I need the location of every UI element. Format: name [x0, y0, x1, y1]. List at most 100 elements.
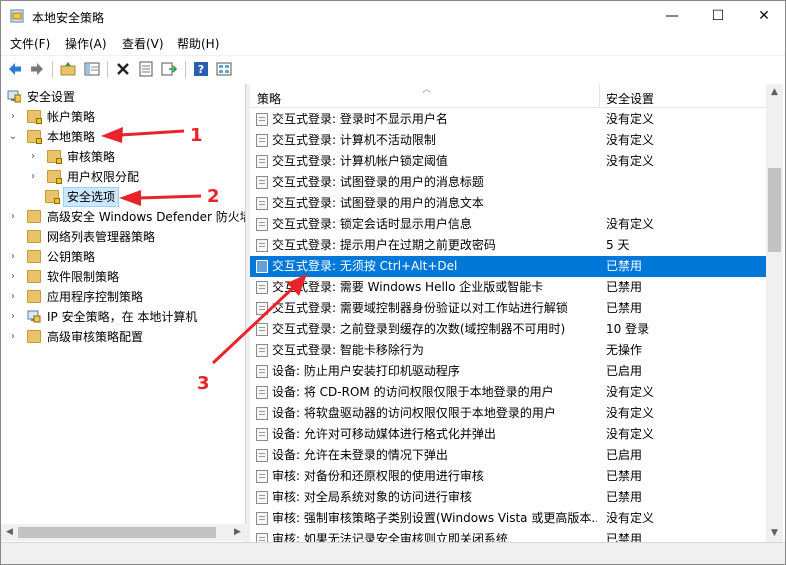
policy-row[interactable]: 交互式登录: 计算机不活动限制 没有定义	[250, 130, 766, 151]
menu-file[interactable]: 文件(F)	[10, 35, 50, 52]
column-header-policy[interactable]: 策略	[257, 90, 281, 107]
policy-setting: 已禁用	[606, 490, 643, 504]
policy-row[interactable]: 交互式登录: 试图登录的用户的消息标题	[250, 172, 766, 193]
policy-row[interactable]: 设备: 允许对可移动媒体进行格式化并弹出 没有定义	[250, 424, 766, 445]
policy-name: 交互式登录: 提示用户在过期之前更改密码	[272, 238, 496, 252]
policy-row[interactable]: 交互式登录: 智能卡移除行为 无操作	[250, 340, 766, 361]
policy-row[interactable]: 审核: 如果无法记录安全审核则立即关闭系统 已禁用	[250, 529, 766, 542]
policy-row-selected[interactable]: 交互式登录: 无须按 Ctrl+Alt+Del 已禁用	[250, 256, 766, 277]
policy-setting: 已禁用	[606, 469, 643, 483]
tree-node-local-policies[interactable]: ⌄ 本地策略	[7, 127, 242, 147]
policy-item-icon	[256, 134, 268, 147]
lock-icon	[56, 178, 62, 184]
up-folder-icon[interactable]	[59, 60, 77, 78]
policy-row[interactable]: 交互式登录: 试图登录的用户的消息文本	[250, 193, 766, 214]
policy-row[interactable]: 交互式登录: 需要 Windows Hello 企业版或智能卡 已禁用	[250, 277, 766, 298]
policy-row[interactable]: 交互式登录: 需要域控制器身份验证以对工作站进行解锁 已禁用	[250, 298, 766, 319]
policy-item-icon	[256, 176, 268, 189]
close-button[interactable]: ✕	[741, 1, 785, 32]
policy-row[interactable]: 交互式登录: 锁定会话时显示用户信息 没有定义	[250, 214, 766, 235]
column-header-setting[interactable]: 安全设置	[606, 90, 654, 107]
tree-horizontal-scrollbar[interactable]: ◀ ▶	[1, 524, 246, 541]
title-bar: 本地安全策略 — ☐ ✕	[1, 1, 785, 32]
tree-node-ip-security[interactable]: › IP 安全策略，在 本地计算机	[7, 307, 242, 327]
column-divider[interactable]	[599, 84, 600, 108]
list-vertical-scrollbar[interactable]: ▲ ▼	[766, 84, 783, 542]
policy-item-icon	[256, 491, 268, 504]
tree-node-advanced-audit[interactable]: › 高级审核策略配置	[7, 327, 242, 347]
policy-item-icon	[256, 386, 268, 399]
scroll-left-icon[interactable]: ◀	[1, 524, 18, 541]
policy-name: 交互式登录: 智能卡移除行为	[272, 343, 424, 357]
minimize-button[interactable]: —	[649, 1, 695, 32]
policy-name: 交互式登录: 之前登录到缓存的次数(域控制器不可用时)	[272, 322, 566, 336]
policy-folder-icon	[27, 110, 42, 124]
policy-row[interactable]: 审核: 强制审核策略子类别设置(Windows Vista 或更高版本... 没有…	[250, 508, 766, 529]
policy-name: 审核: 对备份和还原权限的使用进行审核	[272, 469, 484, 483]
policy-row[interactable]: 设备: 将 CD-ROM 的访问权限仅限于本地登录的用户 没有定义	[250, 382, 766, 403]
policy-item-icon	[256, 512, 268, 525]
view-icon[interactable]	[215, 60, 233, 78]
tree-node-software-restriction[interactable]: › 软件限制策略	[7, 267, 242, 287]
policy-setting: 已启用	[606, 364, 643, 378]
policy-item-icon	[256, 323, 268, 336]
tree-node-audit-policy[interactable]: › 审核策略	[27, 147, 242, 167]
expand-arrow-icon[interactable]: ›	[7, 307, 19, 327]
menu-action[interactable]: 操作(A)	[65, 35, 107, 52]
expand-arrow-icon[interactable]: ›	[7, 267, 19, 287]
policy-item-icon	[256, 449, 268, 462]
properties-icon[interactable]	[137, 60, 155, 78]
policy-name: 设备: 允许对可移动媒体进行格式化并弹出	[272, 427, 496, 441]
expand-arrow-icon[interactable]: ›	[27, 147, 39, 167]
policy-row[interactable]: 设备: 防止用户安装打印机驱动程序 已启用	[250, 361, 766, 382]
policy-row[interactable]: 交互式登录: 之前登录到缓存的次数(域控制器不可用时) 10 登录	[250, 319, 766, 340]
policy-item-icon	[256, 197, 268, 210]
policy-row[interactable]: 审核: 对备份和还原权限的使用进行审核 已禁用	[250, 466, 766, 487]
tree-node-user-rights[interactable]: › 用户权限分配	[27, 167, 242, 187]
expand-arrow-icon[interactable]: ›	[7, 107, 19, 127]
toolbar-separator	[107, 61, 108, 78]
policy-name: 设备: 允许在未登录的情况下弹出	[272, 448, 448, 462]
scrollbar-thumb[interactable]	[768, 168, 781, 252]
tree-node-public-key[interactable]: › 公钥策略	[7, 247, 242, 267]
menu-view[interactable]: 查看(V)	[122, 35, 164, 52]
scroll-right-icon[interactable]: ▶	[229, 524, 246, 541]
show-tree-icon[interactable]	[83, 60, 101, 78]
back-icon[interactable]	[6, 60, 24, 78]
policy-row[interactable]: 交互式登录: 登录时不显示用户名 没有定义	[250, 109, 766, 130]
scrollbar-thumb[interactable]	[18, 527, 216, 538]
policy-setting: 无操作	[606, 343, 643, 357]
annotation-number: 3	[197, 373, 210, 394]
export-icon[interactable]	[160, 60, 178, 78]
list-header: ︿ 策略 安全设置	[250, 84, 766, 108]
policy-setting: 没有定义	[606, 385, 655, 399]
policy-row[interactable]: 交互式登录: 计算机帐户锁定阈值 没有定义	[250, 151, 766, 172]
scroll-up-icon[interactable]: ▲	[766, 84, 783, 101]
policy-row[interactable]: 审核: 对全局系统对象的访问进行审核 已禁用	[250, 487, 766, 508]
lock-icon	[36, 138, 42, 144]
policy-row[interactable]: 设备: 将软盘驱动器的访问权限仅限于本地登录的用户 没有定义	[250, 403, 766, 424]
tree-node-security-settings[interactable]: 安全设置	[7, 87, 242, 107]
help-icon[interactable]: ?	[192, 60, 210, 78]
menu-help[interactable]: 帮助(H)	[177, 35, 219, 52]
tree-node-defender-firewall[interactable]: › 高级安全 Windows Defender 防火墙	[7, 207, 245, 227]
policy-name: 设备: 将软盘驱动器的访问权限仅限于本地登录的用户	[272, 406, 556, 420]
policy-row[interactable]: 设备: 允许在未登录的情况下弹出 已启用	[250, 445, 766, 466]
scroll-down-icon[interactable]: ▼	[766, 525, 783, 542]
expand-arrow-icon[interactable]: ›	[7, 247, 19, 267]
maximize-button[interactable]: ☐	[695, 1, 741, 32]
forward-icon[interactable]	[28, 60, 46, 78]
expand-arrow-icon[interactable]: ›	[7, 287, 19, 307]
expand-arrow-icon[interactable]: ›	[7, 207, 19, 227]
tree-node-app-control[interactable]: › 应用程序控制策略	[7, 287, 242, 307]
policy-setting: 5 天	[606, 238, 630, 252]
policy-row[interactable]: 交互式登录: 提示用户在过期之前更改密码 5 天	[250, 235, 766, 256]
expand-arrow-icon[interactable]: ›	[7, 327, 19, 347]
policy-setting: 没有定义	[606, 217, 655, 231]
delete-icon[interactable]	[114, 60, 132, 78]
expand-arrow-icon[interactable]: ›	[27, 167, 39, 187]
tree-node-network-list[interactable]: 网络列表管理器策略	[7, 227, 242, 247]
collapse-arrow-icon[interactable]: ⌄	[7, 127, 19, 147]
tree-node-account-policies[interactable]: › 帐户策略	[7, 107, 242, 127]
policy-item-icon	[256, 407, 268, 420]
